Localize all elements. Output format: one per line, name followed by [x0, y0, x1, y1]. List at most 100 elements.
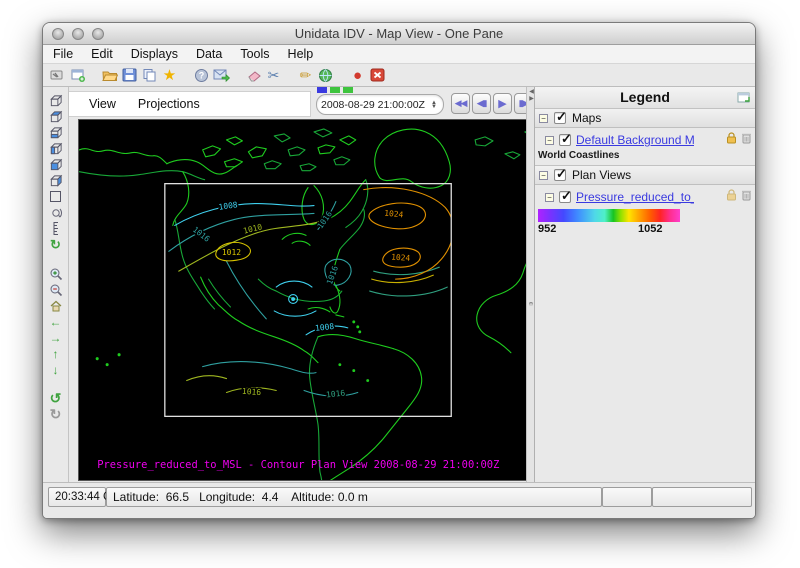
contour-label: 1016	[325, 265, 340, 286]
show-dashboard-icon[interactable]	[49, 67, 66, 84]
colorbar-min-label: 952	[538, 223, 556, 235]
contour-label: 1008	[218, 200, 238, 212]
eraser-icon[interactable]	[245, 67, 262, 84]
perspective-view-cube-icon[interactable]	[47, 93, 65, 108]
pressure-colorbar[interactable]	[538, 209, 680, 222]
collapse-maps-icon[interactable]: −	[539, 114, 548, 123]
maps-visibility-checkbox[interactable]: ✓	[554, 112, 566, 124]
front-view-cube-icon[interactable]	[47, 173, 65, 188]
time-selector[interactable]: 2008-08-29 21:00:00Z ▲ ▼	[316, 94, 444, 115]
legend-header: Legend	[535, 87, 755, 109]
background-maps-link[interactable]: Default Background Maps	[576, 133, 694, 147]
time-stepper[interactable]: ▲ ▼	[429, 101, 443, 109]
menu-view[interactable]: View	[89, 97, 116, 111]
favorites-star-icon[interactable]: ★	[161, 67, 178, 84]
svg-text:?: ?	[199, 70, 205, 80]
memory-indicator	[317, 87, 353, 93]
splitter-handle[interactable]	[529, 302, 533, 306]
data-bounds-box	[165, 184, 451, 417]
help-icon[interactable]: ?	[193, 67, 210, 84]
lock-icon[interactable]	[725, 131, 738, 149]
pan-left-icon[interactable]: ←	[47, 314, 65, 329]
contour-label: 1024	[384, 209, 404, 220]
step-back-button[interactable]: ◀▮	[472, 93, 491, 114]
zoom-in-icon[interactable]	[47, 266, 65, 281]
map-view-panel: View Projections 2008-08-29 21:00:00Z ▲ …	[69, 87, 552, 482]
support-mail-icon[interactable]	[213, 67, 230, 84]
redo-icon[interactable]: ↻	[47, 407, 65, 422]
skip-to-start-button[interactable]: ◀◀	[451, 93, 470, 114]
auto-rotate-icon[interactable]: ↻	[47, 237, 65, 252]
pan-down-icon[interactable]: ↓	[47, 362, 65, 377]
contour-label: 1016	[316, 209, 334, 230]
home-view-icon[interactable]	[47, 298, 65, 313]
menu-displays[interactable]: Displays	[131, 47, 178, 61]
menu-tools[interactable]: Tools	[240, 47, 269, 61]
cut-icon[interactable]: ✂	[265, 67, 282, 84]
collapse-plan-views-icon[interactable]: −	[539, 171, 548, 180]
stepper-down-icon: ▼	[431, 105, 437, 109]
colorbar-max-label: 1052	[638, 223, 662, 235]
time-value: 2008-08-29 21:00:00Z	[317, 99, 429, 111]
top-view-cube-icon[interactable]	[47, 109, 65, 124]
menu-file[interactable]: File	[53, 47, 73, 61]
titlebar[interactable]: Unidata IDV - Map View - One Pane	[43, 23, 755, 45]
right-view-cube-icon[interactable]	[47, 157, 65, 172]
plan-views-group-label: Plan Views	[572, 168, 631, 182]
splitter-collapse-left-icon[interactable]: ◀	[529, 89, 534, 96]
vertical-scale-ruler-icon[interactable]	[47, 221, 65, 236]
collapse-pressure-icon[interactable]: −	[545, 193, 554, 202]
new-window-icon[interactable]	[69, 67, 86, 84]
pressure-visibility-checkbox[interactable]: ✓	[559, 191, 571, 203]
zoom-out-icon[interactable]	[47, 282, 65, 297]
edit-pencil-icon[interactable]: ✏	[297, 67, 314, 84]
rotate-view-icon[interactable]	[47, 205, 65, 220]
delete-icon[interactable]	[741, 131, 752, 149]
copy-icon[interactable]	[141, 67, 158, 84]
content-area: ↻ ← → ↑ ↓ ↺ ↻ View Projections	[43, 87, 755, 482]
record-icon[interactable]: ●	[349, 67, 366, 84]
menu-edit[interactable]: Edit	[91, 47, 113, 61]
delete-icon[interactable]	[741, 188, 752, 206]
legend-sublayer: World Coastlines	[535, 150, 755, 164]
save-icon[interactable]	[121, 67, 138, 84]
menu-help[interactable]: Help	[288, 47, 314, 61]
left-view-cube-icon[interactable]	[47, 141, 65, 156]
undo-icon[interactable]: ↺	[47, 391, 65, 406]
statusbar: 20:33:44 GMT Latitude: 66.5 Longitude: 4…	[43, 482, 755, 518]
legend-group-plan-views: − ✓ Plan Views	[535, 166, 755, 185]
menu-projections[interactable]: Projections	[138, 97, 200, 111]
legend-panel: Legend − ✓ Maps − ✓ Default Background M…	[535, 87, 755, 482]
pan-right-icon[interactable]: →	[47, 330, 65, 345]
main-toolbar: ★ ? ✂ ✏ ●	[43, 64, 755, 87]
window-title: Unidata IDV - Map View - One Pane	[43, 26, 755, 41]
status-box-empty-1	[602, 487, 652, 507]
bottom-view-cube-icon[interactable]	[47, 125, 65, 140]
map-display[interactable]: 1008101610101012101610241024100810161016…	[78, 119, 550, 481]
panel-splitter[interactable]: ◀ ▶	[526, 87, 535, 482]
pan-up-icon[interactable]: ↑	[47, 346, 65, 361]
menubar: File Edit Displays Data Tools Help	[43, 45, 755, 64]
pressure-display-link[interactable]: Pressure_reduced_to_M...	[576, 190, 694, 204]
coastlines	[79, 129, 546, 480]
legend-group-maps: − ✓ Maps	[535, 109, 755, 128]
exit-icon[interactable]	[369, 67, 386, 84]
set-bounds-box-icon[interactable]	[47, 189, 65, 204]
cursor-position-readout: Latitude: 66.5 Longitude: 4.4 Altitude: …	[106, 487, 602, 507]
memory-square-green1	[330, 87, 340, 93]
pressure-contours	[169, 188, 453, 396]
open-file-icon[interactable]	[101, 67, 118, 84]
maps-group-label: Maps	[572, 111, 601, 125]
plan-views-visibility-checkbox[interactable]: ✓	[554, 169, 566, 181]
float-legend-icon[interactable]	[737, 91, 751, 109]
view-menubar: View Projections	[69, 91, 311, 117]
contour-label: 1024	[391, 253, 411, 263]
globe-icon[interactable]	[317, 67, 334, 84]
play-button[interactable]: ▶	[493, 93, 512, 114]
collapse-background-maps-icon[interactable]: −	[545, 136, 554, 145]
legend-item-background-maps: − ✓ Default Background Maps	[535, 130, 755, 150]
menu-data[interactable]: Data	[196, 47, 222, 61]
splitter-collapse-right-icon[interactable]: ▶	[529, 96, 534, 103]
lock-icon[interactable]	[725, 188, 738, 206]
background-maps-checkbox[interactable]: ✓	[559, 134, 571, 146]
